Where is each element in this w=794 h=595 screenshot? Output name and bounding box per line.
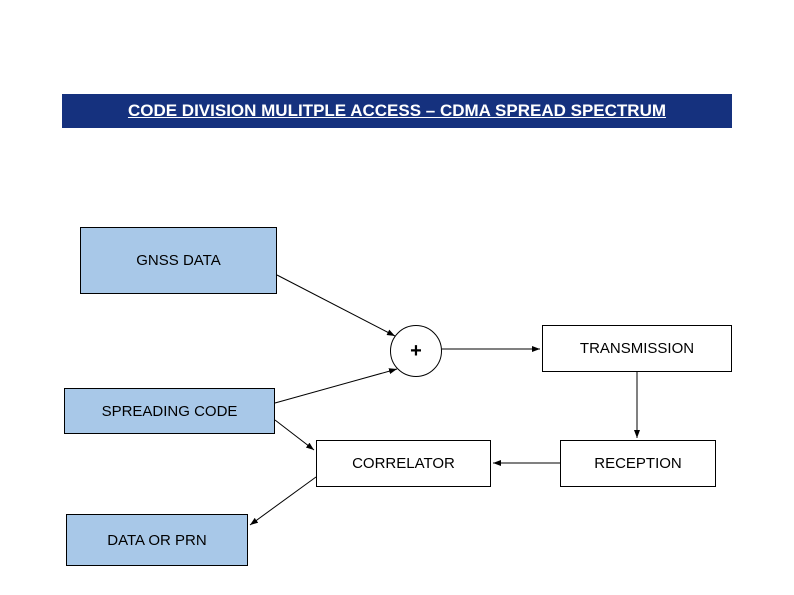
node-data-or-prn: DATA OR PRN — [66, 514, 248, 566]
node-combiner-plus: + — [390, 325, 442, 377]
title-bar: CODE DIVISION MULITPLE ACCESS – CDMA SPR… — [62, 94, 732, 128]
node-correlator: CORRELATOR — [316, 440, 491, 487]
node-transmission: TRANSMISSION — [542, 325, 732, 372]
node-reception: RECEPTION — [560, 440, 716, 487]
node-gnss-data: GNSS DATA — [80, 227, 277, 294]
diagram-arrows — [0, 0, 794, 595]
node-spreading-code: SPREADING CODE — [64, 388, 275, 434]
